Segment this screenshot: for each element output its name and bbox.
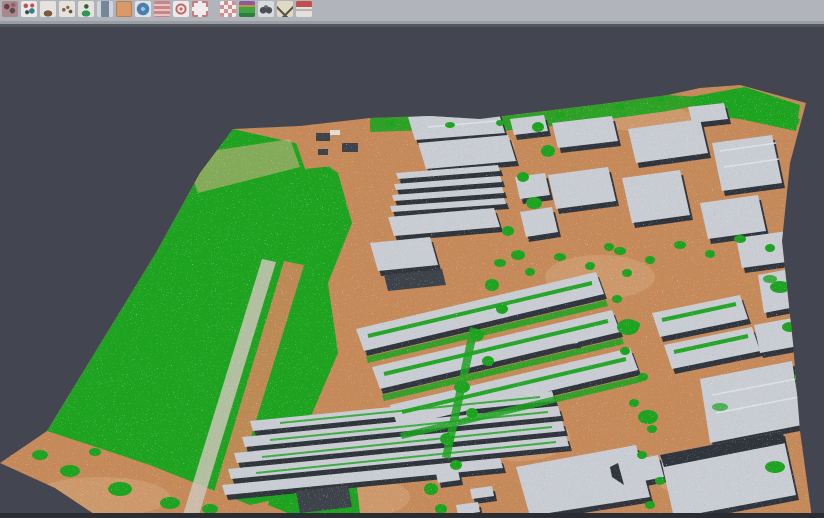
3d-viewport[interactable] (0, 27, 824, 518)
classified-point-cloud-icon[interactable] (2, 1, 18, 17)
scatter-points-icon[interactable] (21, 1, 37, 17)
sparse-points-icon[interactable] (59, 1, 75, 17)
globe-view-icon[interactable] (135, 1, 151, 17)
orthoimage-icon[interactable] (116, 1, 132, 17)
axis-marks-icon[interactable] (277, 1, 293, 17)
main-toolbar (0, 0, 824, 21)
mask-checker-icon[interactable] (220, 1, 236, 17)
pick-target-icon[interactable] (173, 1, 189, 17)
window-bottom-edge (0, 513, 824, 518)
terrain-model-icon[interactable] (40, 1, 56, 17)
classification-palette-icon[interactable] (239, 1, 255, 17)
attribute-list-icon[interactable] (154, 1, 170, 17)
profile-section-icon[interactable] (97, 1, 113, 17)
point-grain-layer (0, 27, 824, 518)
application-window (0, 0, 824, 517)
zoom-extent-icon[interactable] (192, 1, 208, 17)
point-cloud-scene (0, 27, 824, 518)
layer-stack-icon[interactable] (296, 1, 312, 17)
vegetation-terrain-icon[interactable] (78, 1, 94, 17)
measure-binoculars-icon[interactable] (258, 1, 274, 17)
